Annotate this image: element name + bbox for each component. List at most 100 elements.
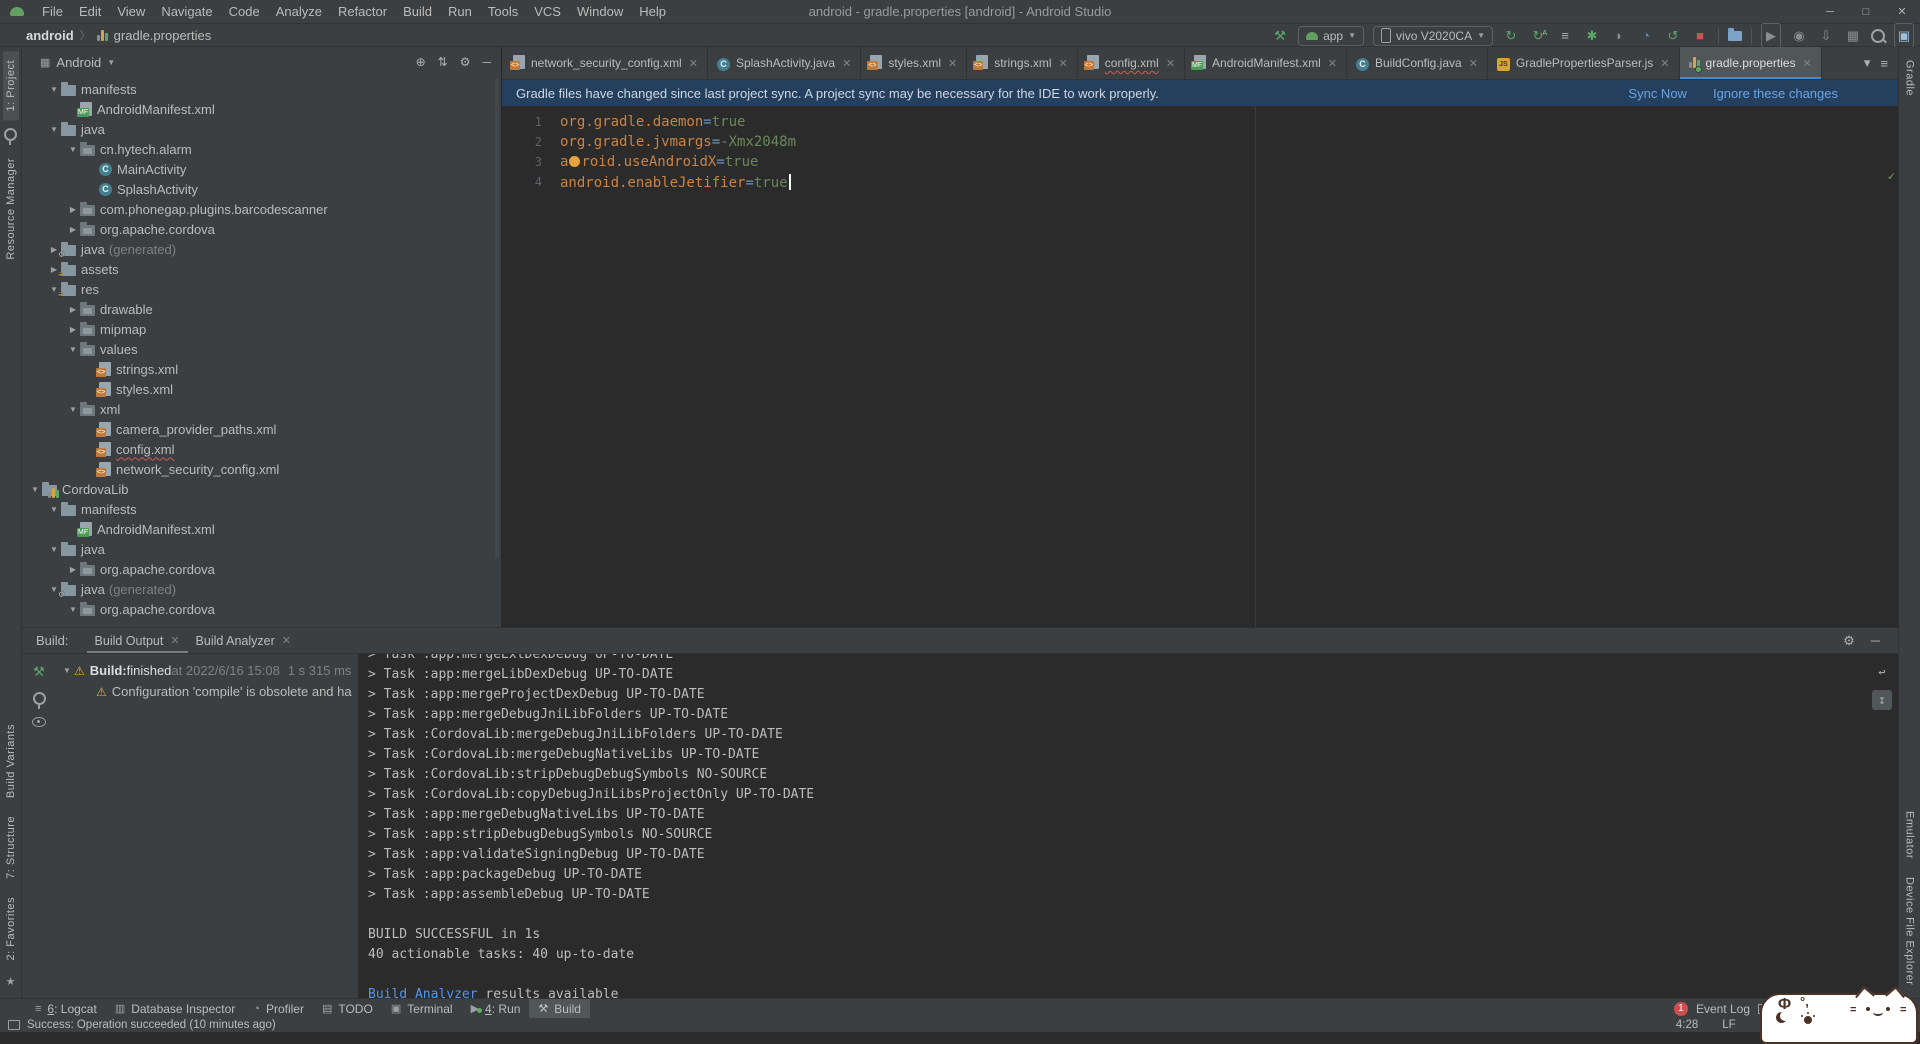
- tree-row[interactable]: ▼≡res: [22, 279, 501, 299]
- menu-tools[interactable]: Tools: [480, 4, 526, 19]
- tree-expanded-arrow-icon[interactable]: ▼: [66, 345, 80, 354]
- stripe-emulator[interactable]: Emulator: [1902, 802, 1918, 868]
- tab-network-security-config-xml[interactable]: <>network_security_config.xml✕: [504, 47, 708, 79]
- stripe-2-favorites[interactable]: 2: Favorites: [3, 888, 19, 969]
- close-icon[interactable]: ✕: [282, 634, 291, 647]
- menu-view[interactable]: View: [109, 4, 153, 19]
- tree-row[interactable]: ▼java: [22, 539, 501, 559]
- device-combo[interactable]: vivo V2020CA▼: [1373, 26, 1493, 46]
- gradle-elephant-icon[interactable]: ◉: [1790, 24, 1808, 47]
- close-icon[interactable]: ✕: [1059, 57, 1068, 70]
- menu-code[interactable]: Code: [221, 4, 268, 19]
- build-hammer-icon[interactable]: ⚒: [1271, 24, 1289, 47]
- run-icon[interactable]: ↻: [1502, 24, 1520, 47]
- apply-changes-icon[interactable]: ↻A: [1529, 24, 1547, 47]
- toolwindow-logcat[interactable]: ≡6: Logcat: [26, 999, 106, 1018]
- sdk-manager-icon[interactable]: ⇩: [1817, 24, 1835, 47]
- code-editor[interactable]: 1org.gradle.daemon=true2org.gradle.jvmar…: [502, 106, 1898, 627]
- close-icon[interactable]: ✕: [170, 634, 179, 647]
- tree-row[interactable]: ▶⚙java(generated): [22, 239, 501, 259]
- menu-navigate[interactable]: Navigate: [153, 4, 220, 19]
- tree-row[interactable]: ▼values: [22, 339, 501, 359]
- scroll-to-end-icon[interactable]: ↧: [1872, 690, 1892, 710]
- tree-row[interactable]: ▶org.apache.cordova: [22, 559, 501, 579]
- toolwindow-terminal[interactable]: ▣Terminal: [382, 999, 462, 1018]
- tree-row[interactable]: ▼org.apache.cordova: [22, 599, 501, 619]
- tab-config-xml[interactable]: <>config.xml✕: [1078, 47, 1185, 79]
- ignore-these-changes-link[interactable]: Ignore these changes: [1713, 86, 1838, 101]
- breadcrumb-project[interactable]: android: [26, 28, 74, 43]
- close-icon[interactable]: ✕: [1660, 57, 1669, 70]
- tree-row[interactable]: ▼java: [22, 119, 501, 139]
- project-structure-icon[interactable]: [1728, 31, 1742, 41]
- menu-help[interactable]: Help: [631, 4, 674, 19]
- tree-row[interactable]: <>styles.xml: [22, 379, 501, 399]
- tree-row[interactable]: ▼manifests: [22, 499, 501, 519]
- search-everywhere-icon[interactable]: [1871, 29, 1885, 43]
- close-button[interactable]: ✕: [1884, 0, 1920, 24]
- tree-row[interactable]: MFAndroidManifest.xml: [22, 519, 501, 539]
- filter-eye-icon[interactable]: [32, 717, 46, 727]
- rerun-build-hammer-icon[interactable]: ⚒: [33, 664, 45, 680]
- build-settings-gear-icon[interactable]: ⚙: [1843, 633, 1855, 649]
- line-ending[interactable]: LF: [1722, 1019, 1735, 1031]
- menu-run[interactable]: Run: [440, 4, 480, 19]
- tree-row[interactable]: MFAndroidManifest.xml: [22, 99, 501, 119]
- hide-panel-icon[interactable]: ─: [482, 55, 491, 69]
- event-log-button[interactable]: Event Log: [1696, 1002, 1750, 1016]
- menu-file[interactable]: File: [34, 4, 71, 19]
- settings-gear-icon[interactable]: ⚙: [460, 55, 471, 69]
- minimize-button[interactable]: ─: [1812, 0, 1848, 24]
- stripe-7-structure[interactable]: 7: Structure: [3, 807, 19, 888]
- build-hide-panel-icon[interactable]: ─: [1871, 633, 1880, 649]
- layout-panel-icon[interactable]: ▣: [1894, 23, 1914, 48]
- tab-list-icon[interactable]: ≡: [1880, 56, 1888, 71]
- attach-debugger-icon[interactable]: ◗: [1610, 24, 1628, 47]
- project-scrollbar[interactable]: [495, 79, 499, 559]
- menu-window[interactable]: Window: [569, 4, 631, 19]
- tree-expanded-arrow-icon[interactable]: ▼: [47, 505, 61, 514]
- tree-expanded-arrow-icon[interactable]: ▼: [66, 145, 80, 154]
- locate-file-icon[interactable]: ⊕: [416, 55, 426, 69]
- project-view-selector[interactable]: Android: [56, 55, 101, 70]
- tree-row[interactable]: ▶mipmap: [22, 319, 501, 339]
- tree-collapsed-arrow-icon[interactable]: ▶: [66, 325, 80, 334]
- tree-expanded-arrow-icon[interactable]: ▼: [66, 605, 80, 614]
- tree-row[interactable]: ▼xml: [22, 399, 501, 419]
- stripe-build-variants[interactable]: Build Variants: [3, 715, 19, 807]
- tree-row[interactable]: <>strings.xml: [22, 359, 501, 379]
- toolwindow-build[interactable]: ⚒Build: [529, 999, 590, 1018]
- tree-collapsed-arrow-icon[interactable]: ▶: [66, 205, 80, 214]
- sync-now-link[interactable]: Sync Now: [1628, 86, 1687, 101]
- tree-expanded-arrow-icon[interactable]: ▼: [66, 405, 80, 414]
- tree-expanded-arrow-icon[interactable]: ▼: [28, 485, 42, 494]
- tab-androidmanifest-xml[interactable]: MFAndroidManifest.xml✕: [1185, 47, 1347, 79]
- caret-position[interactable]: 4:28: [1676, 1019, 1698, 1031]
- favorites-star-icon[interactable]: ★: [6, 969, 16, 994]
- tree-collapsed-arrow-icon[interactable]: ▶: [66, 565, 80, 574]
- chevron-down-icon[interactable]: ▾: [1864, 55, 1871, 71]
- tree-row[interactable]: CSplashActivity: [22, 179, 501, 199]
- maximize-button[interactable]: □: [1848, 0, 1884, 24]
- toolwindow-todo[interactable]: ▤TODO: [313, 999, 382, 1018]
- pin-icon[interactable]: [33, 692, 46, 705]
- tree-expanded-arrow-icon[interactable]: ▼: [47, 545, 61, 554]
- toolwindow-run[interactable]: ▶4: Run: [462, 999, 530, 1018]
- device-manager-icon[interactable]: ▦: [1844, 24, 1862, 47]
- toolwindow-database-inspector[interactable]: ▥Database Inspector: [106, 999, 244, 1018]
- stop-icon[interactable]: ■: [1691, 24, 1709, 47]
- close-icon[interactable]: ✕: [842, 57, 851, 70]
- profiler-list-icon[interactable]: ≡: [1556, 24, 1574, 47]
- stripe-resource-manager[interactable]: Resource Manager: [3, 149, 19, 269]
- tree-collapsed-arrow-icon[interactable]: ▶: [66, 225, 80, 234]
- tree-row[interactable]: ▶drawable: [22, 299, 501, 319]
- menu-vcs[interactable]: VCS: [526, 4, 569, 19]
- close-icon[interactable]: ✕: [689, 57, 698, 70]
- cpu-profiler-icon[interactable]: ◔: [1637, 24, 1655, 47]
- soft-wrap-icon[interactable]: ↩: [1872, 662, 1892, 682]
- close-icon[interactable]: ✕: [948, 57, 957, 70]
- tree-row[interactable]: ▶com.phonegap.plugins.barcodescanner: [22, 199, 501, 219]
- menu-analyze[interactable]: Analyze: [268, 4, 330, 19]
- debug-bug-icon[interactable]: ✱: [1583, 24, 1601, 47]
- menu-refactor[interactable]: Refactor: [330, 4, 395, 19]
